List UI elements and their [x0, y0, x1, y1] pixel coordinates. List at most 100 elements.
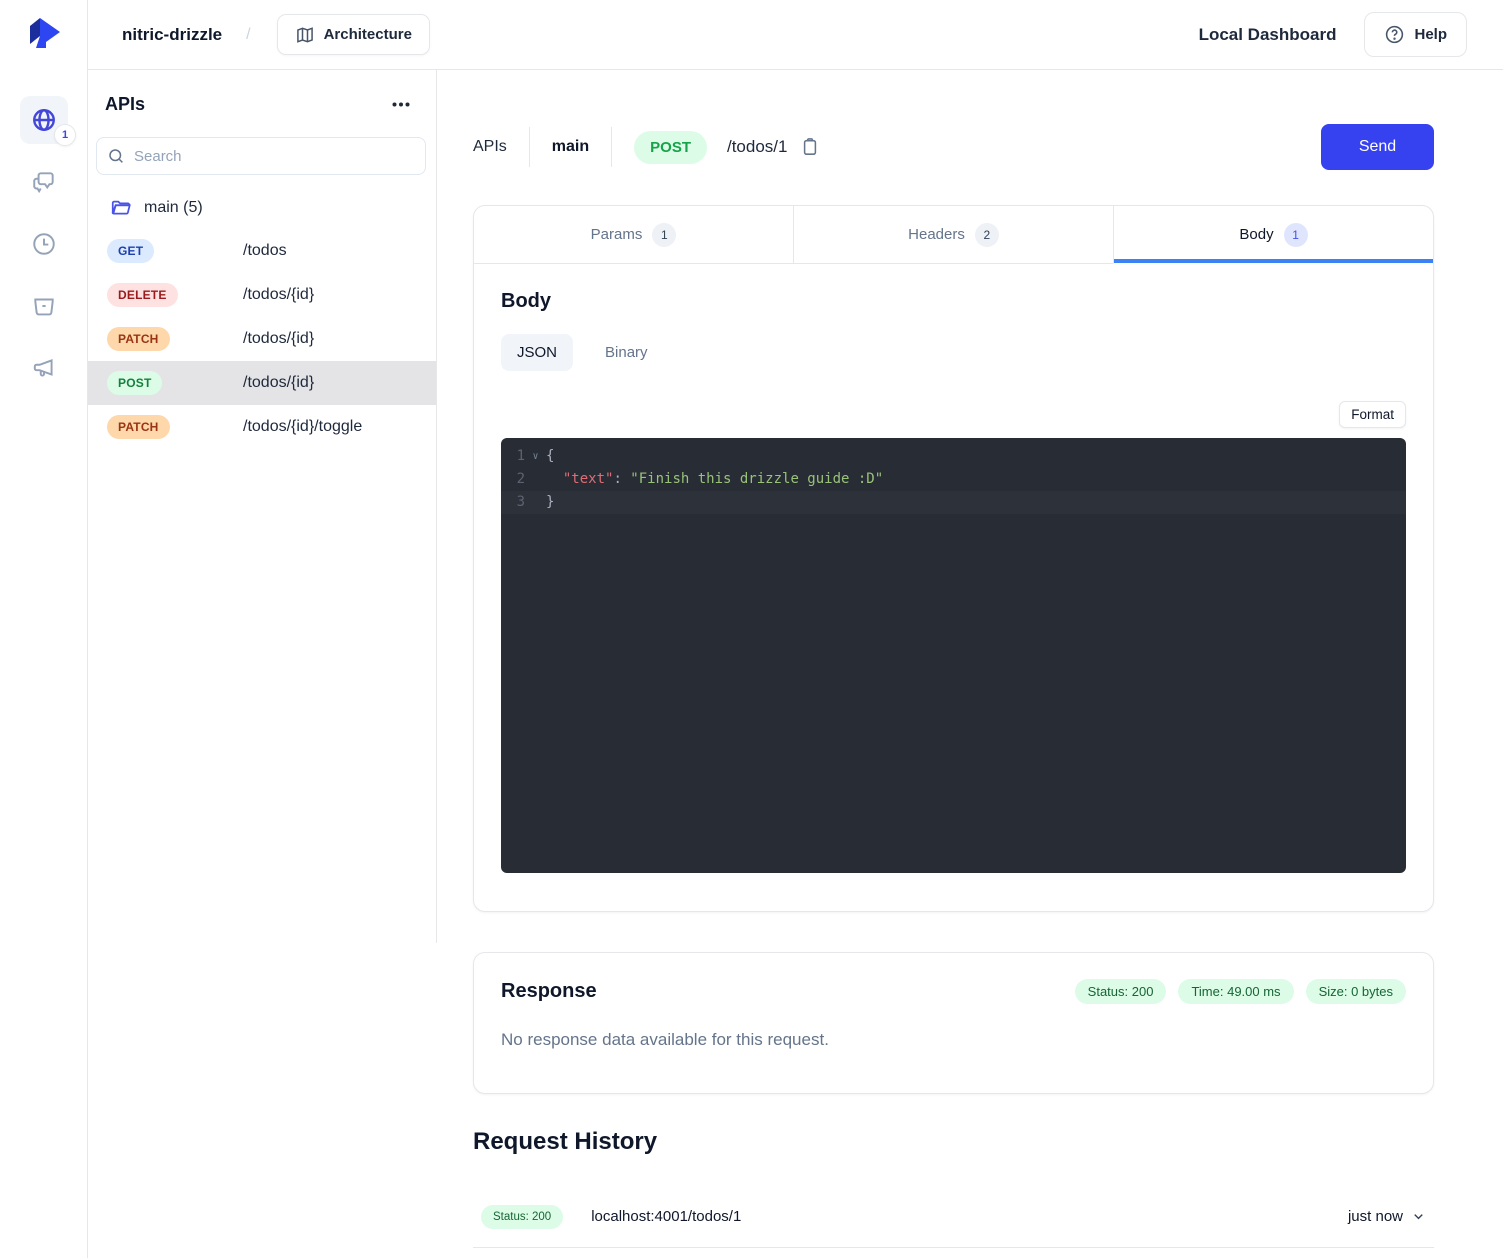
- endpoint-path: /todos/{id}: [243, 374, 314, 392]
- storage-icon: [31, 293, 57, 319]
- help-label: Help: [1414, 26, 1447, 43]
- tab-headers[interactable]: Headers 2: [793, 206, 1113, 264]
- tab-label: Body: [1239, 226, 1273, 243]
- tab-count-badge: 1: [1284, 223, 1308, 247]
- line-number: 3: [501, 491, 525, 514]
- response-badges: Status: 200 Time: 49.00 ms Size: 0 bytes: [1075, 979, 1406, 1004]
- method-badge: GET: [107, 239, 154, 263]
- tab-body[interactable]: Body 1: [1113, 206, 1433, 264]
- rail-item-apis[interactable]: 1: [20, 96, 68, 144]
- endpoint-path: /todos: [243, 242, 287, 260]
- code-token: "text": [563, 471, 614, 487]
- help-button[interactable]: Help: [1364, 12, 1467, 57]
- megaphone-icon: [31, 355, 57, 381]
- tab-label: Params: [591, 226, 643, 243]
- fold-arrow-icon: ∨: [525, 445, 546, 468]
- tab-count-badge: 1: [652, 223, 676, 247]
- method-badge: PATCH: [107, 415, 170, 439]
- line-number: 1: [501, 445, 525, 468]
- format-button[interactable]: Format: [1339, 401, 1406, 428]
- main-area: APIs main POST /todos/1 Send Params1Head…: [437, 70, 1503, 1248]
- body-mode-toggle: JSON Binary: [501, 334, 1406, 371]
- endpoint-row[interactable]: PATCH/todos/{id}: [88, 317, 436, 361]
- response-stat-badge: Size: 0 bytes: [1306, 979, 1406, 1004]
- code-text: {: [546, 445, 554, 468]
- dashboard-title: Local Dashboard: [1199, 25, 1337, 45]
- history-time: just now: [1348, 1208, 1403, 1225]
- response-card: Response Status: 200 Time: 49.00 ms Size: …: [473, 952, 1434, 1094]
- response-empty-message: No response data available for this requ…: [501, 1030, 1406, 1050]
- tab-label: Headers: [908, 226, 965, 243]
- code-token: :: [613, 471, 630, 487]
- folder-open-icon: [110, 197, 132, 219]
- architecture-label: Architecture: [324, 26, 412, 43]
- method-badge-column: PATCH: [107, 327, 243, 351]
- history-url: localhost:4001/todos/1: [591, 1208, 741, 1225]
- response-stat-badge: Status: 200: [1075, 979, 1167, 1004]
- nitric-logo[interactable]: [22, 10, 68, 56]
- copy-icon: [801, 137, 819, 157]
- endpoint-row[interactable]: GET/todos: [88, 229, 436, 273]
- line-number: 2: [501, 468, 525, 491]
- endpoint-row[interactable]: POST/todos/{id}: [88, 361, 436, 405]
- endpoint-row[interactable]: DELETE/todos/{id}: [88, 273, 436, 317]
- tab-params[interactable]: Params 1: [474, 206, 793, 264]
- request-method-badge: POST: [634, 131, 707, 164]
- top-bar: nitric-drizzle / Architecture Local Dash…: [88, 0, 1503, 70]
- request-editor-card: Params 1 Headers 2 Body 1 Body JSON Binary Fo…: [473, 205, 1434, 912]
- body-heading: Body: [501, 290, 1406, 313]
- code-token: {: [546, 448, 554, 464]
- copy-path-button[interactable]: [799, 135, 821, 159]
- search-box[interactable]: [96, 137, 426, 175]
- project-name: nitric-drizzle: [122, 25, 222, 45]
- endpoint-list: GET/todosDELETE/todos/{id}PATCH/todos/{i…: [88, 229, 436, 449]
- endpoint-path: /todos/{id}: [243, 330, 314, 348]
- rail-item-storage[interactable]: [20, 282, 68, 330]
- panel-title: APIs: [105, 94, 145, 115]
- rail-nav: 1: [0, 96, 88, 392]
- api-group-label: main (5): [144, 199, 203, 217]
- apis-count-badge: 1: [54, 124, 76, 146]
- icon-rail: 1: [0, 0, 88, 1258]
- mode-json-button[interactable]: JSON: [501, 334, 573, 371]
- method-badge-column: PATCH: [107, 415, 243, 439]
- method-badge-column: POST: [107, 371, 243, 395]
- response-stat-badge: Time: 49.00 ms: [1178, 979, 1293, 1004]
- rail-item-schedules[interactable]: [20, 220, 68, 268]
- tab-bar: Params 1 Headers 2 Body 1: [474, 206, 1433, 264]
- history-item[interactable]: Status: 200 localhost:4001/todos/1 just no…: [473, 1186, 1434, 1248]
- tab-count-badge: 2: [975, 223, 999, 247]
- api-group-row[interactable]: main (5): [88, 193, 436, 223]
- topbar-right: Local Dashboard Help: [1199, 12, 1467, 57]
- endpoint-path: /todos/{id}/toggle: [243, 418, 362, 436]
- response-heading: Response: [501, 980, 597, 1003]
- method-badge: DELETE: [107, 283, 178, 307]
- rail-item-events[interactable]: [20, 344, 68, 392]
- endpoint-row[interactable]: PATCH/todos/{id}/toggle: [88, 405, 436, 449]
- panel-menu-button[interactable]: [388, 98, 414, 111]
- code-token: }: [546, 494, 554, 510]
- rail-item-chat[interactable]: [20, 158, 68, 206]
- code-line: 2 "text": "Finish this drizzle guide :D": [501, 468, 1406, 491]
- chevron-down-icon: [1411, 1209, 1426, 1224]
- globe-icon: [31, 107, 57, 133]
- fold-gutter: [525, 491, 546, 514]
- json-body-editor[interactable]: 1∨{2 "text": "Finish this drizzle guide …: [501, 438, 1406, 873]
- history-status-badge: Status: 200: [481, 1205, 563, 1229]
- architecture-button[interactable]: Architecture: [277, 14, 430, 55]
- ellipsis-icon: [392, 102, 410, 107]
- code-line: 3}: [501, 491, 1406, 514]
- code-text: }: [546, 491, 554, 514]
- code-token: "Finish this drizzle guide :D": [630, 471, 883, 487]
- method-badge-column: DELETE: [107, 283, 243, 307]
- search-icon: [107, 147, 125, 165]
- send-button[interactable]: Send: [1321, 124, 1434, 170]
- code-line: 1∨{: [501, 445, 1406, 468]
- history-time-toggle[interactable]: just now: [1348, 1208, 1426, 1225]
- breadcrumb-separator: /: [246, 26, 250, 44]
- search-input[interactable]: [134, 148, 415, 165]
- method-badge: PATCH: [107, 327, 170, 351]
- history-heading: Request History: [473, 1128, 1434, 1156]
- help-icon: [1384, 24, 1405, 45]
- mode-binary-button[interactable]: Binary: [589, 334, 664, 371]
